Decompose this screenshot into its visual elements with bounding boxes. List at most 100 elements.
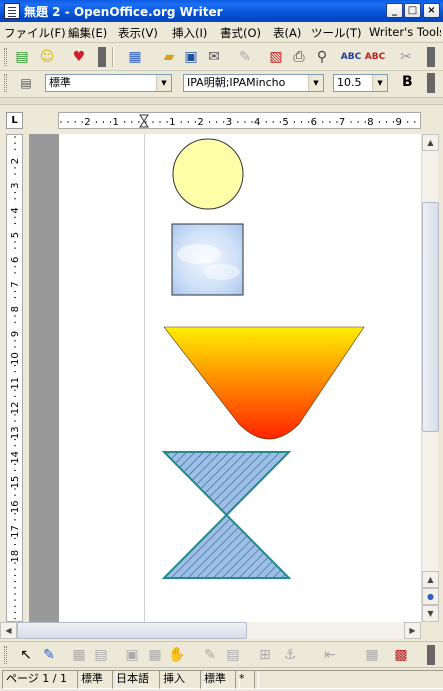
hand-icon[interactable]: ✋ xyxy=(168,646,186,664)
menu-tools[interactable]: ツール(T) xyxy=(311,25,362,41)
page-style[interactable]: 標準 xyxy=(77,670,117,689)
maximize-button[interactable]: □ xyxy=(404,3,421,18)
anchor-icon[interactable]: ⚓ xyxy=(281,646,299,664)
ruler-label: 12 xyxy=(10,402,21,415)
ruler-label: 15 xyxy=(10,476,21,489)
horizontal-ruler-scale: 2 1 1 2 3 4 5 6 7 8 9 xyxy=(60,114,416,128)
table-icon[interactable]: ▦ xyxy=(146,646,164,664)
print-preview-icon[interactable]: ⚲ xyxy=(313,48,331,66)
title-bar[interactable]: 無題 2 - OpenOffice.org Writer _ □ × xyxy=(0,0,443,22)
toolbar-grip[interactable] xyxy=(4,74,7,92)
save-icon[interactable]: ▣ xyxy=(182,48,200,66)
document-canvas[interactable] xyxy=(29,134,421,622)
ruler-label: 2 xyxy=(84,117,90,128)
smiley-icon[interactable]: ☺ xyxy=(38,48,56,66)
previous-page-button[interactable]: ▲ xyxy=(422,571,439,588)
navigator-button[interactable]: ● xyxy=(422,588,439,605)
heart-icon[interactable]: ♥ xyxy=(70,48,88,66)
window-title: 無題 2 - OpenOffice.org Writer xyxy=(24,5,223,19)
next-page-button[interactable]: ▼ xyxy=(422,605,439,622)
wrap-icon[interactable]: ▤ xyxy=(224,646,242,664)
toolbar-overflow-icon[interactable] xyxy=(427,645,435,665)
menu-edit[interactable]: 編集(E) xyxy=(68,25,107,41)
bold-button[interactable]: B xyxy=(402,74,413,90)
edit-file-icon[interactable]: ✎ xyxy=(236,48,254,66)
open-folder-icon[interactable]: ▰ xyxy=(160,48,178,66)
print-icon[interactable]: ⎙ xyxy=(290,48,308,66)
spellcheck-icon[interactable]: ABC xyxy=(341,48,361,66)
close-button[interactable]: × xyxy=(423,3,440,18)
edit-points-icon[interactable]: ✎ xyxy=(40,646,58,664)
chevron-down-icon[interactable]: ▼ xyxy=(156,75,171,91)
ruler-label: 18 xyxy=(10,550,21,563)
horizontal-ruler[interactable]: 2 1 1 2 3 4 5 6 7 8 9 xyxy=(58,112,421,129)
chevron-down-icon[interactable]: ▼ xyxy=(308,75,323,91)
font-name-select[interactable]: IPA明朝;IPAMincho ▼ xyxy=(183,74,324,92)
menu-insert[interactable]: 挿入(I) xyxy=(172,25,207,41)
ungroup-icon[interactable]: ▤ xyxy=(92,646,110,664)
insert-mode[interactable]: 挿入 xyxy=(159,670,205,689)
ruler-label: 1 xyxy=(113,117,119,128)
templates-icon[interactable]: ▦ xyxy=(126,48,144,66)
grid-icon[interactable]: ▦ xyxy=(363,646,381,664)
formatting-toolbar: ▤ 標準 ▼ IPA明朝;IPAMincho ▼ 10.5 ▼ B xyxy=(0,71,443,96)
ruler-label: 6 xyxy=(10,257,21,263)
language-indicator[interactable]: 日本語 xyxy=(112,670,164,689)
email-icon[interactable]: ✉ xyxy=(205,48,223,66)
font-size-select[interactable]: 10.5 ▼ xyxy=(333,74,388,92)
circle-shape[interactable] xyxy=(172,138,244,210)
status-bar: ページ 1 / 1 標準 日本語 挿入 標準 * xyxy=(0,667,443,691)
menu-format[interactable]: 書式(O) xyxy=(220,25,261,41)
horizontal-scrollbar[interactable]: ◀ ▶ xyxy=(0,622,421,639)
ruler-label: 6 xyxy=(311,117,317,128)
vertical-ruler[interactable]: 2 3 4 5 6 7 8 9 10 11 12 13 14 15 16 17 18 xyxy=(6,134,23,622)
ruler-label: 2 xyxy=(197,117,203,128)
menu-view[interactable]: 表示(V) xyxy=(118,25,158,41)
text-box-icon[interactable]: ✎ xyxy=(201,646,219,664)
cloud-texture xyxy=(177,244,221,264)
scroll-up-button[interactable]: ▲ xyxy=(422,134,439,151)
vertical-scrollbar[interactable]: ▲ ▲ ● ▼ xyxy=(421,134,439,622)
minimize-button[interactable]: _ xyxy=(386,3,403,18)
paragraph-style-select[interactable]: 標準 ▼ xyxy=(45,74,172,92)
toolbar-splitter[interactable] xyxy=(0,97,443,105)
alignment-icon[interactable]: ⊞ xyxy=(256,646,274,664)
autospellcheck-icon[interactable]: ABC xyxy=(365,48,385,66)
toolbar-overflow-icon[interactable] xyxy=(427,47,435,67)
group-icon[interactable]: ▦ xyxy=(70,646,88,664)
toolbar-overflow-icon[interactable] xyxy=(98,47,106,67)
bowl-shape[interactable] xyxy=(163,326,365,440)
toolbar-overflow-icon[interactable] xyxy=(427,73,435,93)
export-pdf-icon[interactable]: ▧ xyxy=(267,48,285,66)
chevron-down-icon[interactable]: ▼ xyxy=(372,75,387,91)
paragraph-style-value: 標準 xyxy=(49,76,71,89)
menu-table[interactable]: 表(A) xyxy=(273,25,301,41)
font-size-value: 10.5 xyxy=(337,76,362,89)
styles-icon[interactable]: ▤ xyxy=(17,74,35,92)
horizontal-scroll-thumb[interactable] xyxy=(17,622,247,639)
ruler-label: 4 xyxy=(10,207,21,213)
menu-file[interactable]: ファイル(F) xyxy=(4,25,66,41)
page-indicator[interactable]: ページ 1 / 1 xyxy=(2,670,82,689)
status-empty-field xyxy=(254,670,443,689)
position-icon[interactable]: ▣ xyxy=(123,646,141,664)
arrange-icon[interactable]: ⇤ xyxy=(321,646,339,664)
tab-stop-selector[interactable]: L xyxy=(6,112,23,129)
extrusion-icon[interactable]: ▩ xyxy=(392,646,410,664)
hourglass-shape[interactable] xyxy=(161,451,292,579)
select-arrow-icon[interactable]: ↖ xyxy=(17,646,35,664)
menu-writers-tools[interactable]: Writer's Tools xyxy=(369,25,441,39)
new-document-icon[interactable]: ▤ xyxy=(13,48,31,66)
ruler-label: 10 xyxy=(10,352,21,365)
cut-icon[interactable]: ✂ xyxy=(397,48,415,66)
scroll-left-button[interactable]: ◀ xyxy=(0,622,17,639)
ruler-label: 8 xyxy=(367,117,373,128)
ruler-label: 9 xyxy=(396,117,402,128)
document-icon xyxy=(4,3,20,19)
toolbar-grip[interactable] xyxy=(4,646,7,664)
toolbar-grip[interactable] xyxy=(4,48,7,66)
selection-mode[interactable]: 標準 xyxy=(200,670,240,689)
scroll-right-button[interactable]: ▶ xyxy=(404,622,421,639)
vertical-scroll-thumb[interactable] xyxy=(422,202,439,432)
indent-marker[interactable] xyxy=(139,114,149,128)
